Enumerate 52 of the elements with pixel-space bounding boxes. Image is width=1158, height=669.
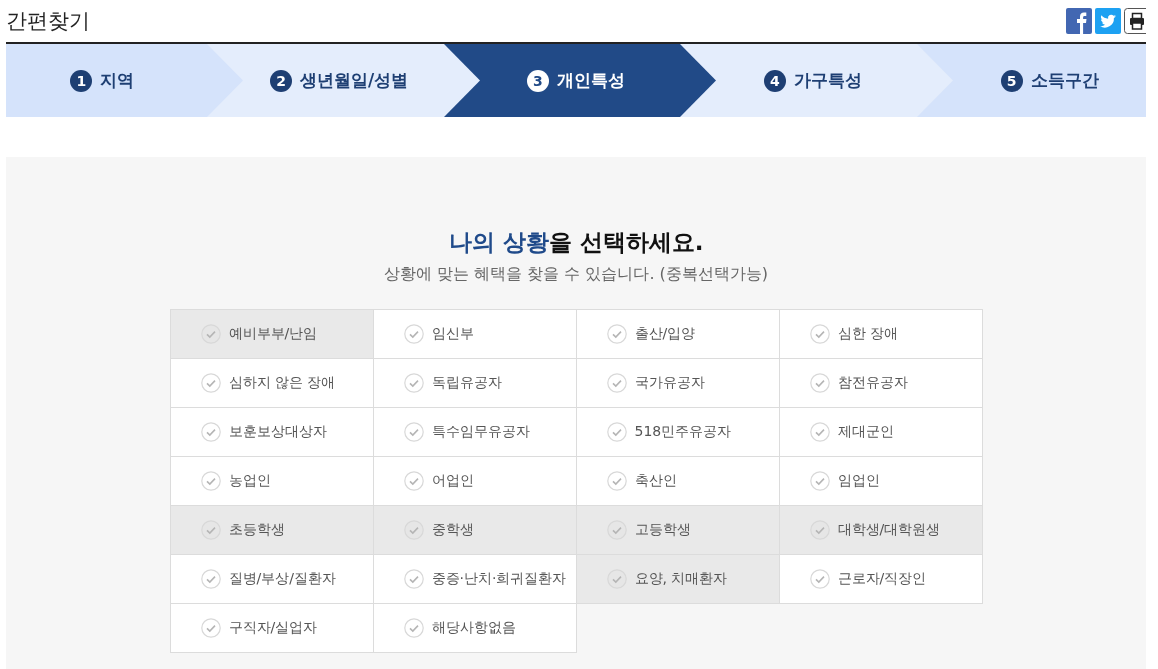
- check-icon: [809, 422, 830, 442]
- check-icon: [200, 618, 221, 638]
- check-icon: [606, 520, 627, 540]
- check-icon: [606, 569, 627, 589]
- option-item[interactable]: 중증·난치·희귀질환자: [373, 555, 577, 604]
- option-item[interactable]: 보훈보상대상자: [170, 408, 374, 457]
- check-icon: [403, 324, 424, 344]
- section-subtitle: 상황에 맞는 혜택을 찾을 수 있습니다. (중복선택가능): [383, 264, 769, 285]
- option-item[interactable]: 국가유공자: [576, 359, 780, 408]
- check-icon: [809, 520, 830, 540]
- option-item[interactable]: 농업인: [170, 457, 374, 506]
- facebook-icon[interactable]: [1066, 8, 1092, 34]
- option-item[interactable]: 독립유공자: [373, 359, 577, 408]
- check-icon: [606, 422, 627, 442]
- check-icon: [809, 569, 830, 589]
- option-item[interactable]: 심한 장애: [779, 310, 983, 359]
- option-item[interactable]: 518민주유공자: [576, 408, 780, 457]
- option-item[interactable]: 해당사항없음: [373, 604, 577, 653]
- option-item[interactable]: 임신부: [373, 310, 577, 359]
- check-icon: [606, 471, 627, 491]
- check-icon: [809, 471, 830, 491]
- check-icon: [403, 422, 424, 442]
- check-icon: [403, 471, 424, 491]
- check-icon: [200, 520, 221, 540]
- option-item[interactable]: 심하지 않은 장애: [170, 359, 374, 408]
- option-item[interactable]: 임업인: [779, 457, 983, 506]
- option-item[interactable]: 근로자/직장인: [779, 555, 983, 604]
- step-tab[interactable]: 5 소득구간: [953, 44, 1146, 117]
- check-icon: [200, 324, 221, 344]
- check-icon: [606, 373, 627, 393]
- check-icon: [809, 373, 830, 393]
- option-item[interactable]: 출산/입양: [576, 310, 780, 359]
- check-icon: [403, 618, 424, 638]
- option-item[interactable]: 특수임무유공자: [373, 408, 577, 457]
- option-item[interactable]: 축산인: [576, 457, 780, 506]
- check-icon: [200, 422, 221, 442]
- print-icon[interactable]: [1124, 8, 1146, 34]
- check-icon: [403, 520, 424, 540]
- check-icon: [200, 373, 221, 393]
- option-item[interactable]: 구직자/실업자: [170, 604, 374, 653]
- check-icon: [403, 373, 424, 393]
- option-item[interactable]: 참전유공자: [779, 359, 983, 408]
- option-item[interactable]: 어업인: [373, 457, 577, 506]
- check-icon: [200, 471, 221, 491]
- check-icon: [403, 569, 424, 589]
- page-title: 간편찾기: [6, 8, 90, 35]
- check-icon: [606, 324, 627, 344]
- option-item[interactable]: 제대군인: [779, 408, 983, 457]
- check-icon: [200, 569, 221, 589]
- section-title: 나의 상황을 선택하세요.: [448, 228, 704, 257]
- option-item[interactable]: 질병/부상/질환자: [170, 555, 374, 604]
- check-icon: [809, 324, 830, 344]
